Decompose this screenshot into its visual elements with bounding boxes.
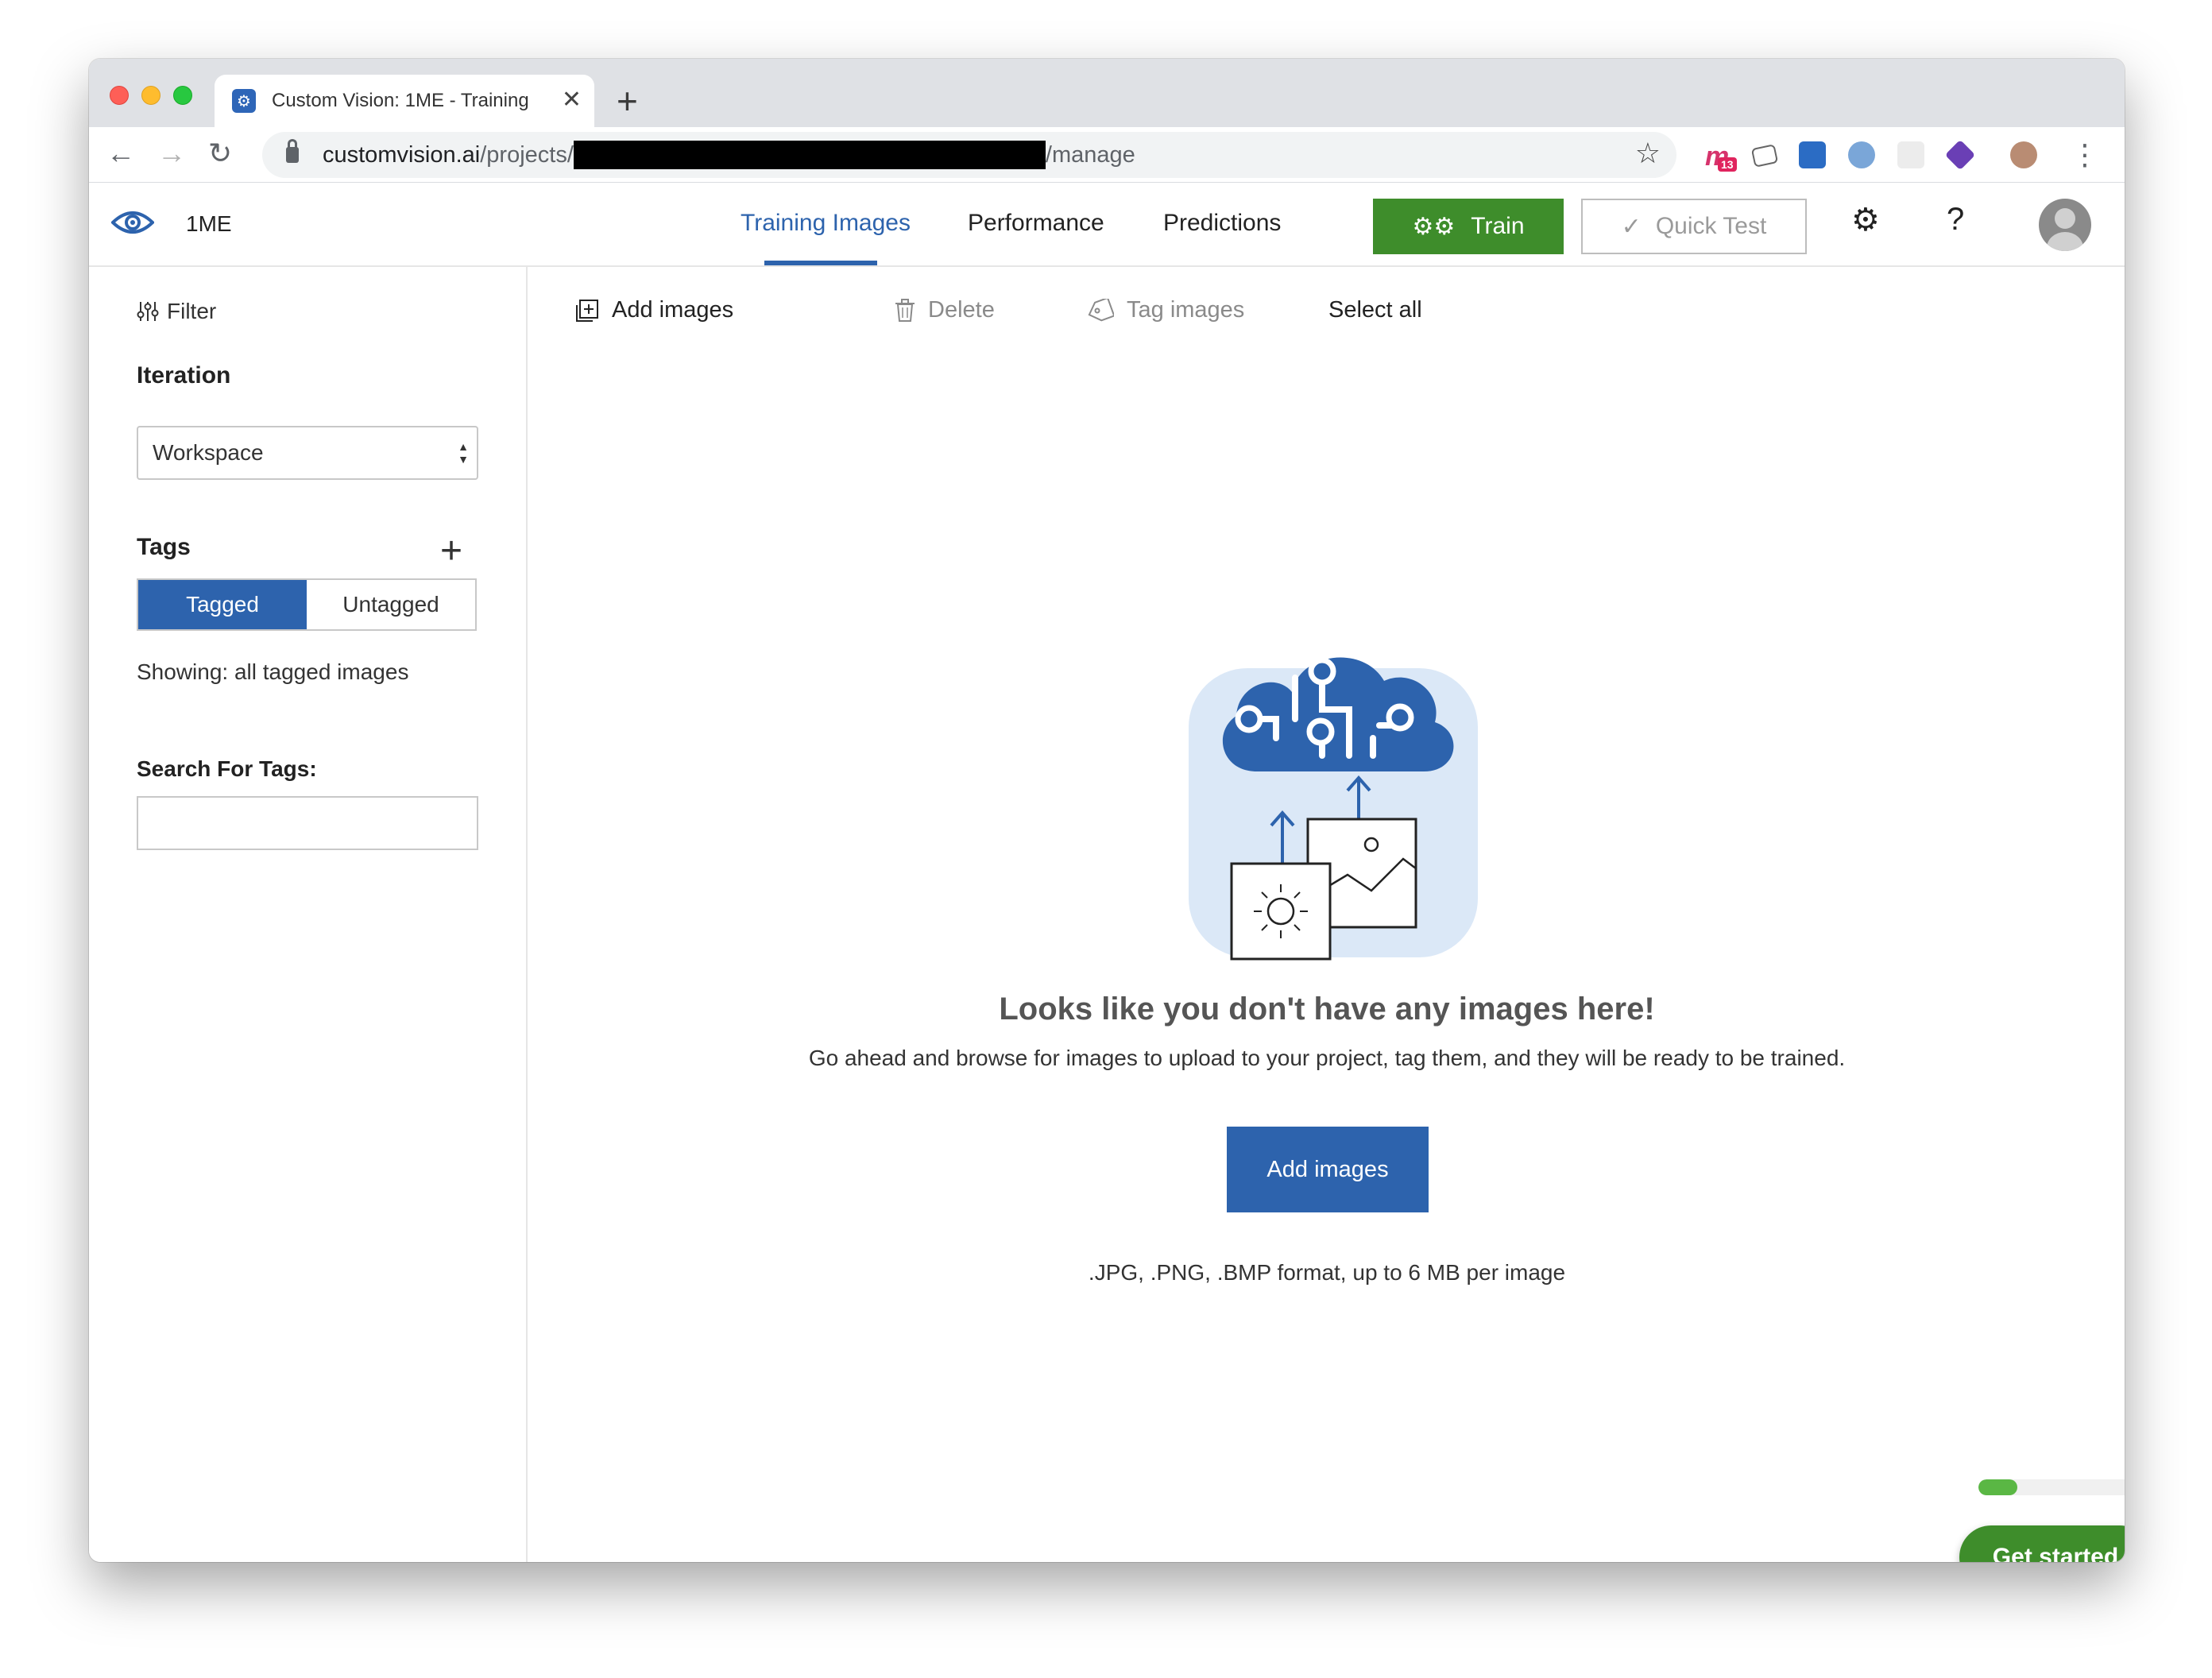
extension-badge: 13 <box>1718 157 1737 172</box>
url-path-prefix: /projects/ <box>480 141 574 168</box>
url-host: customvision.ai <box>323 141 481 168</box>
select-arrows-icon: ▲ ▼ <box>458 440 469 466</box>
minimize-window-button[interactable] <box>141 86 160 105</box>
tab-performance[interactable]: Performance <box>968 210 1104 237</box>
tags-heading: Tags <box>137 534 191 560</box>
zoom-window-button[interactable] <box>173 86 192 105</box>
browser-menu-icon[interactable]: ⋮ <box>2071 138 2099 172</box>
train-button-label: Train <box>1471 213 1525 239</box>
showing-status: Showing: all tagged images <box>137 659 409 684</box>
settings-gear-icon[interactable]: ⚙ <box>1851 202 1880 238</box>
url-field[interactable]: customvision.ai/projects/ /manage ☆ <box>262 132 1676 178</box>
user-avatar[interactable] <box>2039 199 2091 251</box>
iteration-heading: Iteration <box>137 362 231 389</box>
quick-test-button-label: Quick Test <box>1655 213 1767 239</box>
reload-icon[interactable]: ↻ <box>208 137 232 170</box>
tagged-toggle: Tagged Untagged <box>137 578 477 631</box>
filter-sidebar: Filter Iteration Workspace ▲ ▼ Tags + Tag… <box>89 267 528 1562</box>
add-images-icon <box>576 299 598 322</box>
toolbar-add-images[interactable]: Add images <box>575 297 733 323</box>
gears-icon: ⚙⚙ <box>1412 213 1456 240</box>
tab-predictions[interactable]: Predictions <box>1163 210 1281 237</box>
untagged-button[interactable]: Untagged <box>307 580 475 629</box>
tag-icon <box>1088 298 1114 321</box>
close-tab-icon[interactable]: ✕ <box>562 86 582 114</box>
browser-tab[interactable]: ⚙ Custom Vision: 1ME - Training ✕ <box>215 75 594 127</box>
extension-gem-icon[interactable] <box>1944 139 1976 171</box>
extension-m-icon[interactable]: m 13 <box>1705 141 1737 172</box>
address-bar: ← → ↻ customvision.ai/projects/ /manage ☆… <box>89 127 2125 183</box>
trash-icon <box>895 298 915 322</box>
profile-avatar-icon[interactable] <box>2010 141 2037 168</box>
tab-strip: ⚙ Custom Vision: 1ME - Training ✕ + <box>89 59 2125 127</box>
extension-s-icon[interactable] <box>1799 141 1826 168</box>
onboarding-progress-fill <box>1978 1479 2017 1495</box>
add-images-button[interactable]: Add images <box>1227 1127 1429 1212</box>
toolbar-add-images-label: Add images <box>612 297 734 323</box>
app-header: 1ME Training Images Performance Predicti… <box>89 183 2125 267</box>
add-tag-plus-icon[interactable]: + <box>440 529 462 573</box>
extension-grid-icon[interactable] <box>1897 141 1924 168</box>
project-name[interactable]: 1ME <box>186 211 232 237</box>
get-started-button[interactable]: Get started <box>1959 1525 2125 1562</box>
active-tab-underline <box>764 261 877 265</box>
iteration-select[interactable]: Workspace ▲ ▼ <box>137 426 478 480</box>
filter-label: Filter <box>167 299 217 323</box>
new-tab-button[interactable]: + <box>617 79 638 122</box>
forward-arrow-icon[interactable]: → <box>157 137 186 170</box>
search-tags-label: Search For Tags: <box>137 756 317 781</box>
close-window-button[interactable] <box>110 86 129 105</box>
main-content: Add images Delete Tag images Select all <box>529 267 2125 1562</box>
empty-state-subtitle: Go ahead and browse for images to upload… <box>808 1046 1846 1070</box>
custom-vision-eye-logo-icon[interactable] <box>111 207 154 238</box>
url-path-suffix: /manage <box>1045 141 1135 168</box>
toolbar-delete[interactable]: Delete <box>895 297 995 323</box>
extension-book-icon[interactable] <box>1750 144 1779 168</box>
extension-circle-icon[interactable] <box>1848 141 1875 168</box>
tagged-button[interactable]: Tagged <box>138 580 307 629</box>
supported-formats-note: .JPG, .PNG, .BMP format, up to 6 MB per … <box>1088 1260 1566 1285</box>
browser-window: ⚙ Custom Vision: 1ME - Training ✕ + ← → … <box>89 59 2125 1562</box>
bookmark-star-icon[interactable]: ☆ <box>1635 137 1661 170</box>
tab-title: Custom Vision: 1ME - Training <box>272 90 529 111</box>
tab-training-images[interactable]: Training Images <box>741 210 911 237</box>
lock-icon <box>286 139 299 163</box>
toolbar-tag-images-label: Tag images <box>1127 297 1245 323</box>
quick-test-button[interactable]: ✓ Quick Test <box>1581 199 1807 254</box>
upload-cloud-illustration-icon <box>1189 657 1478 961</box>
toolbar-tag-images[interactable]: Tag images <box>1087 297 1244 323</box>
iteration-selected-value: Workspace <box>153 440 264 465</box>
redacted-project-id <box>573 141 1046 169</box>
filter-toggle[interactable]: Filter <box>137 299 216 324</box>
toolbar-select-all[interactable]: Select all <box>1328 297 1422 323</box>
custom-vision-favicon-icon: ⚙ <box>232 89 256 113</box>
search-tags-input[interactable] <box>137 796 478 850</box>
toolbar-delete-label: Delete <box>928 297 995 323</box>
filter-sliders-icon <box>137 302 159 321</box>
checkmark-icon: ✓ <box>1621 213 1642 240</box>
help-icon[interactable]: ? <box>1947 202 1964 238</box>
back-arrow-icon[interactable]: ← <box>106 137 135 170</box>
train-button[interactable]: ⚙⚙ Train <box>1373 199 1564 254</box>
onboarding-progress-bar <box>1978 1479 2125 1495</box>
empty-state-title: Looks like you don't have any images her… <box>999 992 1655 1027</box>
